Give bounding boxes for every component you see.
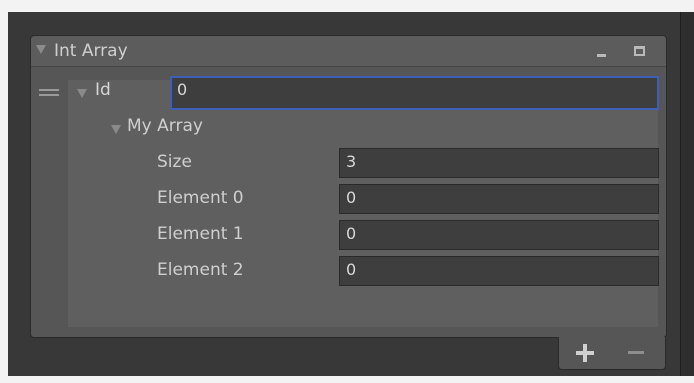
panel-header[interactable]: Int Array — [31, 36, 666, 67]
list-element-content: Id 0 My Array Size 3 Element 0 0 Element… — [68, 76, 659, 327]
drag-handle-line — [39, 89, 59, 91]
size-field[interactable]: 3 — [339, 148, 659, 178]
element-field[interactable]: 0 — [339, 184, 659, 214]
triangle-down-icon[interactable] — [36, 45, 46, 54]
outer-margin-top — [0, 0, 694, 12]
triangle-down-icon[interactable] — [111, 125, 121, 134]
maximize-icon[interactable] — [634, 46, 645, 56]
size-label: Size — [157, 152, 192, 172]
drag-handle-icon[interactable] — [39, 89, 59, 99]
scrollbar[interactable] — [680, 12, 694, 376]
element-field[interactable]: 0 — [339, 256, 659, 286]
element-field[interactable]: 0 — [339, 220, 659, 250]
minimize-icon[interactable] — [597, 54, 606, 57]
element-label: Element 2 — [157, 260, 244, 280]
element-label: Element 1 — [157, 224, 244, 244]
outer-margin-left — [0, 0, 8, 383]
my-array-label: My Array — [127, 116, 203, 136]
triangle-down-icon[interactable] — [77, 89, 87, 98]
id-field[interactable]: 0 — [170, 76, 659, 110]
minus-icon[interactable] — [628, 351, 644, 354]
panel-title: Int Array — [54, 41, 128, 61]
drag-handle-line — [39, 94, 59, 96]
element-label: Element 0 — [157, 188, 244, 208]
outer-margin-bottom — [0, 376, 694, 383]
plus-icon[interactable] — [576, 344, 594, 362]
list-footer — [558, 337, 666, 370]
id-label: Id — [95, 80, 111, 100]
int-array-panel: Int Array Id 0 My Array Size 3 Element 0… — [30, 35, 667, 338]
